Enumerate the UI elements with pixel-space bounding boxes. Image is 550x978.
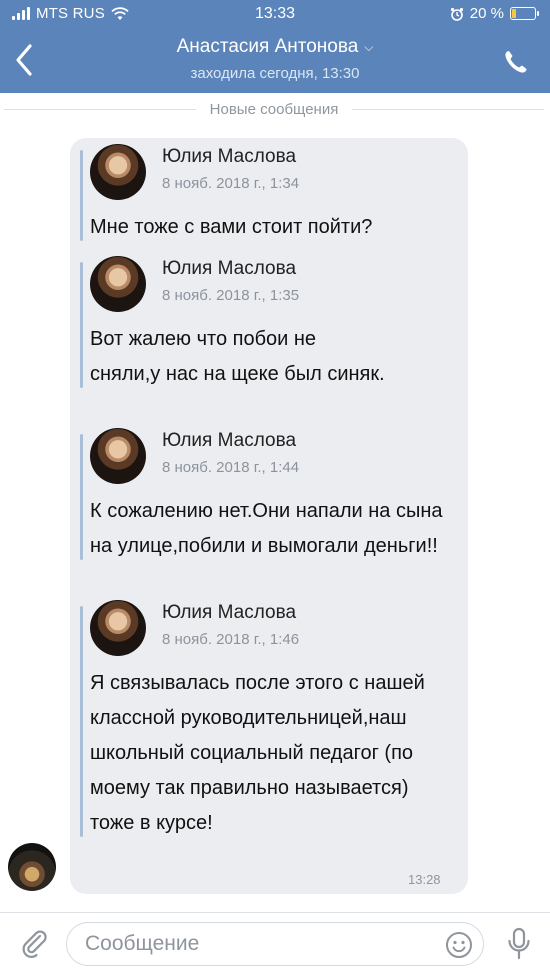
message-input[interactable] [85, 923, 425, 965]
forwarded-message[interactable]: Юлия Маслова 8 нояб. 2018 г., 1:46 Я свя… [80, 596, 460, 841]
message-field[interactable] [66, 922, 484, 966]
call-button[interactable] [502, 48, 530, 76]
forwarded-message[interactable]: Юлия Маслова 8 нояб. 2018 г., 1:34 Мне т… [80, 140, 460, 245]
avatar[interactable] [90, 600, 146, 656]
avatar[interactable] [8, 843, 56, 891]
last-seen: заходила сегодня, 13:30 [190, 65, 360, 82]
forwarded-message[interactable]: Юлия Маслова 8 нояб. 2018 г., 1:44 К сож… [80, 424, 460, 564]
smile-icon[interactable] [445, 931, 473, 959]
status-bar: MTS RUS 13:33 20 % [0, 0, 550, 28]
chevron-down-icon[interactable]: ⌵ [364, 40, 373, 55]
battery-icon [510, 7, 539, 20]
message-date: 8 нояб. 2018 г., 1:35 [162, 287, 300, 304]
message-text: Вот жалею что побои не сняли,у нас на ще… [90, 328, 385, 385]
message-text: К сожалению нет.Они напали на сына на ул… [90, 500, 443, 557]
new-messages-label: Новые сообщения [209, 100, 339, 118]
message-text: Я связывалась после этого с нашей классн… [90, 672, 425, 834]
sender-name[interactable]: Юлия Маслова [162, 602, 296, 624]
message-date: 8 нояб. 2018 г., 1:44 [162, 459, 300, 476]
chat-header: MTS RUS 13:33 20 % Анастасия Антонова ⌵ … [0, 0, 550, 93]
avatar[interactable] [90, 144, 146, 200]
microphone-icon[interactable] [506, 926, 532, 962]
chat-title-block[interactable]: Анастасия Антонова ⌵ заходила сегодня, 1… [0, 36, 550, 82]
composer [0, 912, 550, 978]
avatar[interactable] [90, 256, 146, 312]
sender-name[interactable]: Юлия Маслова [162, 258, 296, 280]
sender-name[interactable]: Юлия Маслова [162, 146, 296, 168]
message-date: 8 нояб. 2018 г., 1:46 [162, 631, 300, 648]
avatar[interactable] [90, 428, 146, 484]
paperclip-icon[interactable] [18, 927, 52, 961]
new-messages-divider: Новые сообщения [0, 95, 550, 123]
chat-title[interactable]: Анастасия Антонова [177, 36, 359, 58]
sender-name[interactable]: Юлия Маслова [162, 430, 296, 452]
message-text: Мне тоже с вами стоит пойти? [90, 216, 373, 238]
battery-percent: 20 % [469, 5, 504, 22]
message-date: 8 нояб. 2018 г., 1:34 [162, 175, 300, 192]
message-time: 13:28 [408, 872, 441, 887]
alarm-icon [450, 7, 463, 21]
forwarded-message[interactable]: Юлия Маслова 8 нояб. 2018 г., 1:35 Вот ж… [80, 252, 460, 392]
